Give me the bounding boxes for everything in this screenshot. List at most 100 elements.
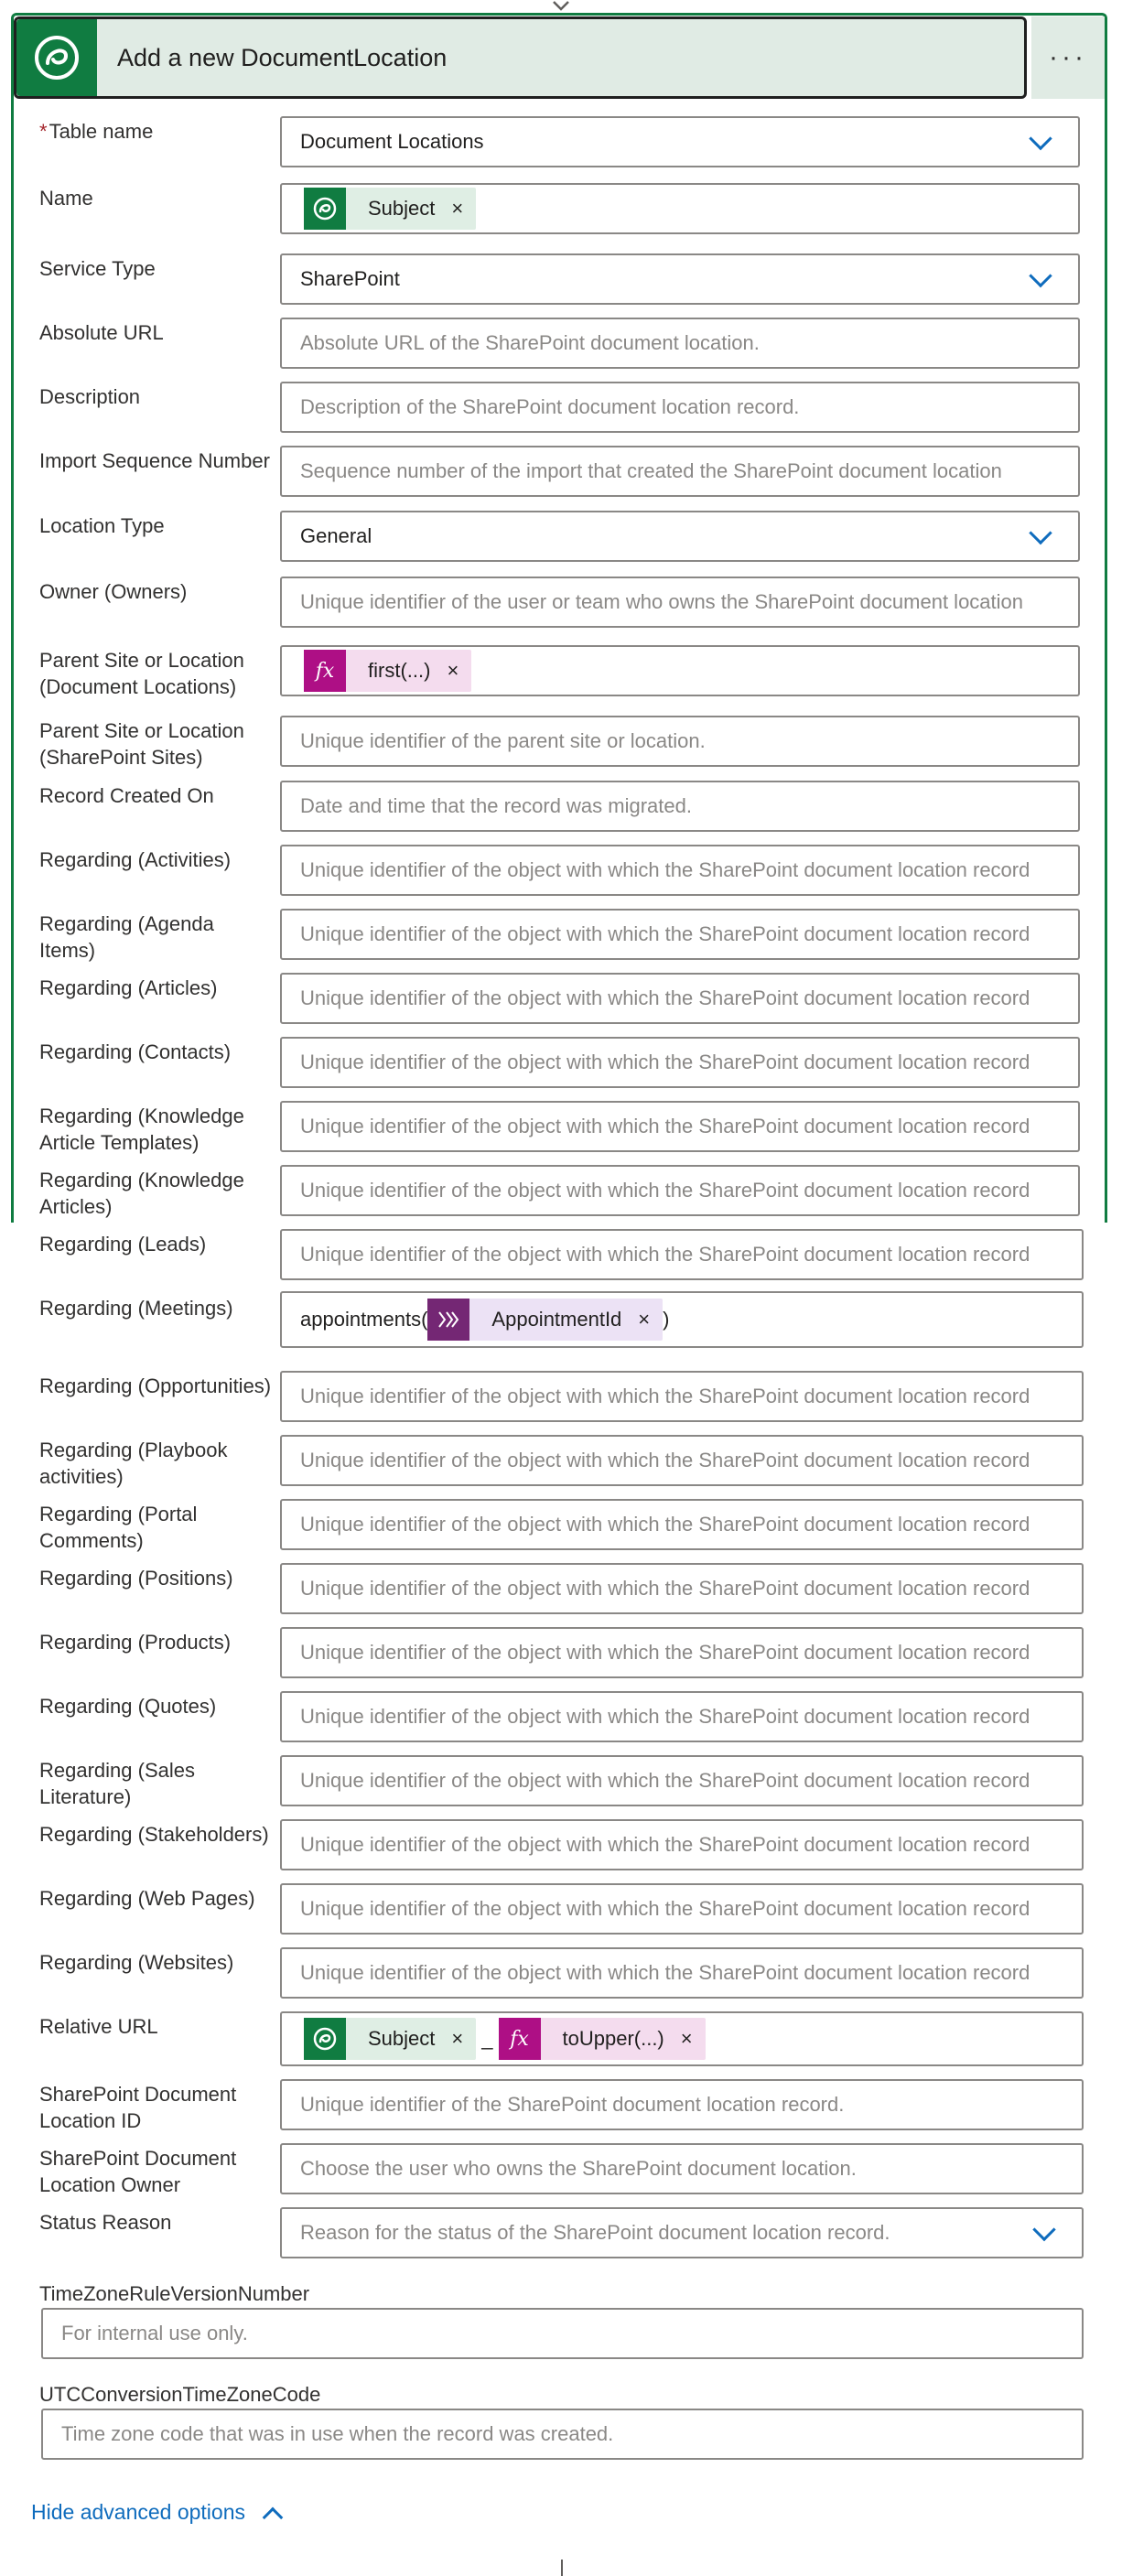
field-label: Regarding (Agenda Items): [39, 911, 273, 964]
regarding-sales-literature-input[interactable]: Unique identifier of the object with whi…: [280, 1755, 1084, 1806]
field-label: Parent Site or Location (Document Locati…: [39, 647, 273, 700]
input-placeholder: Unique identifier of the object with whi…: [300, 1051, 1030, 1073]
regarding-knowledge-articles-input[interactable]: Unique identifier of the object with whi…: [280, 1165, 1080, 1216]
field-label-text: Status Reason: [39, 2211, 172, 2234]
parent-site-or-location-sharepoint-sites-input[interactable]: Unique identifier of the parent site or …: [280, 716, 1080, 767]
dynamic-content-token[interactable]: AppointmentId ×: [427, 1299, 663, 1341]
field-label: Regarding (Playbook activities): [39, 1437, 273, 1490]
regarding-leads-input[interactable]: Unique identifier of the object with whi…: [280, 1229, 1084, 1280]
fx-icon: fx: [498, 2018, 541, 2060]
regarding-web-pages-input[interactable]: Unique identifier of the object with whi…: [280, 1883, 1084, 1935]
field-label-text: Relative URL: [39, 2015, 158, 2038]
field-label: Regarding (Portal Comments): [39, 1501, 273, 1554]
input-placeholder: Unique identifier of the object with whi…: [300, 1243, 1030, 1266]
dataverse-icon: [16, 19, 97, 96]
name-input[interactable]: Subject ×: [280, 183, 1080, 234]
timezoneruleversionnumber-input[interactable]: For internal use only.: [41, 2308, 1084, 2359]
more-options-button[interactable]: ···: [1031, 16, 1105, 99]
remove-token-icon[interactable]: ×: [451, 2027, 463, 2051]
field-label: SharePoint Document Location Owner: [39, 2145, 273, 2198]
field-label-text: Parent Site or Location (Document Locati…: [39, 649, 244, 698]
import-sequence-number-input[interactable]: Sequence number of the import that creat…: [280, 446, 1080, 497]
input-placeholder: For internal use only.: [61, 2322, 248, 2344]
input-placeholder: Date and time that the record was migrat…: [300, 794, 692, 817]
input-placeholder: Unique identifier of the object with whi…: [300, 1179, 1030, 1202]
regarding-knowledge-article-templates-input[interactable]: Unique identifier of the object with whi…: [280, 1101, 1080, 1152]
dynamic-content-token[interactable]: fx first(...) ×: [304, 650, 472, 692]
field-label: Regarding (Products): [39, 1629, 273, 1655]
field-label: Relative URL: [39, 2013, 273, 2040]
field-label: Regarding (Websites): [39, 1949, 273, 1976]
chevron-down-icon: [1029, 521, 1052, 545]
input-placeholder: Unique identifier of the object with whi…: [300, 1769, 1030, 1792]
field-label-text: Record Created On: [39, 784, 214, 807]
location-type-dropdown[interactable]: General: [280, 511, 1080, 562]
service-type-dropdown[interactable]: SharePoint: [280, 253, 1080, 305]
input-placeholder: Unique identifier of the object with whi…: [300, 1641, 1030, 1664]
regarding-meetings-input[interactable]: appointments(AppointmentId ×): [280, 1291, 1084, 1348]
dynamic-content-token[interactable]: Subject ×: [304, 2018, 477, 2060]
absolute-url-input[interactable]: Absolute URL of the SharePoint document …: [280, 318, 1080, 369]
action-header[interactable]: Add a new DocumentLocation: [14, 16, 1027, 99]
token-label: AppointmentId: [491, 1308, 622, 1331]
regarding-websites-input[interactable]: Unique identifier of the object with whi…: [280, 1947, 1084, 1999]
owner-owners-input[interactable]: Unique identifier of the user or team wh…: [280, 577, 1080, 628]
field-label-text: Service Type: [39, 257, 156, 280]
regarding-agenda-items-input[interactable]: Unique identifier of the object with whi…: [280, 909, 1080, 960]
field-label: Regarding (Meetings): [39, 1295, 273, 1321]
token-label: first(...): [368, 659, 431, 682]
sharepoint-document-location-id-input[interactable]: Unique identifier of the SharePoint docu…: [280, 2079, 1084, 2130]
field-label-text: Owner (Owners): [39, 580, 188, 603]
remove-token-icon[interactable]: ×: [638, 1308, 650, 1331]
record-created-on-input[interactable]: Date and time that the record was migrat…: [280, 781, 1080, 832]
relative-url-input[interactable]: Subject × _ fx toUpper(...) ×: [280, 2011, 1084, 2066]
input-placeholder: Time zone code that was in use when the …: [61, 2422, 614, 2445]
field-label: Description: [39, 383, 273, 410]
remove-token-icon[interactable]: ×: [681, 2027, 693, 2051]
field-label: Regarding (Stakeholders): [39, 1821, 273, 1848]
field-label-text: Regarding (Contacts): [39, 1040, 232, 1063]
regarding-contacts-input[interactable]: Unique identifier of the object with whi…: [280, 1037, 1080, 1088]
parent-site-or-location-document-locations-input[interactable]: fx first(...) ×: [280, 645, 1080, 696]
field-label-text: Regarding (Agenda Items): [39, 912, 214, 962]
regarding-positions-input[interactable]: Unique identifier of the object with whi…: [280, 1563, 1084, 1614]
input-placeholder: Unique identifier of the object with whi…: [300, 1833, 1030, 1856]
input-placeholder: Unique identifier of the parent site or …: [300, 729, 706, 752]
field-label-text: Regarding (Portal Comments): [39, 1503, 198, 1552]
hide-advanced-options-link[interactable]: Hide advanced options: [31, 2500, 284, 2527]
field-label: Regarding (Sales Literature): [39, 1757, 273, 1810]
regarding-stakeholders-input[interactable]: Unique identifier of the object with whi…: [280, 1819, 1084, 1870]
table-name-dropdown[interactable]: Document Locations: [280, 116, 1080, 167]
regarding-products-input[interactable]: Unique identifier of the object with whi…: [280, 1627, 1084, 1678]
field-label: Regarding (Leads): [39, 1231, 273, 1257]
regarding-opportunities-input[interactable]: Unique identifier of the object with whi…: [280, 1371, 1084, 1422]
token-label: Subject: [368, 2027, 436, 2050]
description-input[interactable]: Description of the SharePoint document l…: [280, 382, 1080, 433]
remove-token-icon[interactable]: ×: [447, 659, 459, 683]
utcconversiontimezonecode-input[interactable]: Time zone code that was in use when the …: [41, 2409, 1084, 2460]
field-label: Regarding (Knowledge Article Templates): [39, 1103, 273, 1156]
regarding-quotes-input[interactable]: Unique identifier of the object with whi…: [280, 1691, 1084, 1742]
chevron-down-icon: [1029, 264, 1052, 288]
input-placeholder: Unique identifier of the object with whi…: [300, 858, 1030, 881]
input-placeholder: Unique identifier of the object with whi…: [300, 1449, 1030, 1471]
field-label: Absolute URL: [39, 319, 273, 346]
field-label: Regarding (Opportunities): [39, 1373, 273, 1399]
hide-advanced-options-label: Hide advanced options: [31, 2500, 245, 2524]
regarding-portal-comments-input[interactable]: Unique identifier of the object with whi…: [280, 1499, 1084, 1550]
dynamic-content-token[interactable]: fx toUpper(...) ×: [498, 2018, 706, 2060]
regarding-articles-input[interactable]: Unique identifier of the object with whi…: [280, 973, 1080, 1024]
fx-icon: fx: [304, 650, 346, 692]
status-reason-dropdown[interactable]: Reason for the status of the SharePoint …: [280, 2207, 1084, 2258]
remove-token-icon[interactable]: ×: [451, 197, 463, 221]
chevron-up-icon: [262, 2506, 284, 2527]
regarding-playbook-activities-input[interactable]: Unique identifier of the object with whi…: [280, 1435, 1084, 1486]
field-label-text: Regarding (Articles): [39, 976, 218, 999]
dynamic-content-token[interactable]: Subject ×: [304, 188, 477, 230]
sharepoint-document-location-owner-input[interactable]: Choose the user who owns the SharePoint …: [280, 2143, 1084, 2194]
field-label: TimeZoneRuleVersionNumber: [39, 2282, 310, 2305]
field-label-text: Regarding (Knowledge Article Templates): [39, 1105, 244, 1154]
field-label-text: Regarding (Leads): [39, 1233, 207, 1256]
regarding-activities-input[interactable]: Unique identifier of the object with whi…: [280, 845, 1080, 896]
field-label-text: Regarding (Quotes): [39, 1695, 217, 1718]
